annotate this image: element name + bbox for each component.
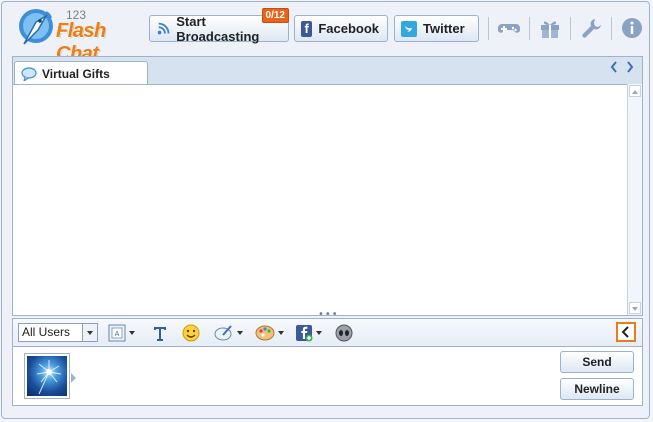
chevron-right-icon[interactable]: [626, 61, 634, 73]
avatar[interactable]: [24, 353, 70, 399]
dropdown-caret-icon: [278, 331, 284, 335]
alien-button[interactable]: [335, 323, 353, 343]
alien-icon: [335, 324, 353, 342]
scroll-up-icon: [632, 90, 638, 94]
avatar-image: [27, 356, 67, 396]
message-toolbar: All Users A: [12, 318, 643, 346]
chevron-down-icon: [82, 324, 97, 341]
bird-logo-icon: [19, 9, 53, 45]
tab-scroll-arrows: [610, 61, 634, 73]
twitter-label: Twitter: [423, 21, 465, 36]
text-format-button[interactable]: [151, 323, 169, 343]
message-input[interactable]: [83, 351, 557, 405]
app-logo: 123 Flash Chat: [16, 6, 146, 65]
recipient-select-value: All Users: [22, 325, 71, 339]
twitter-icon: [401, 20, 417, 37]
header-separator: [570, 17, 571, 40]
tab-virtual-gifts[interactable]: Virtual Gifts: [14, 61, 148, 85]
emoticon-icon: [182, 324, 200, 342]
chevron-left-icon: [621, 326, 629, 338]
newline-button[interactable]: Newline: [560, 378, 634, 400]
facebook-button[interactable]: f Facebook: [294, 15, 388, 42]
gamepad-icon[interactable]: [497, 16, 521, 40]
facebook-share-icon: [296, 325, 313, 342]
tab-label: Virtual Gifts: [42, 66, 110, 81]
facebook-icon: f: [301, 20, 313, 37]
facebook-label: Facebook: [318, 21, 379, 36]
avatar-pointer-icon: [71, 373, 76, 383]
broadcast-count-badge: 0/12: [261, 8, 289, 23]
start-broadcasting-button[interactable]: Start Broadcasting 0/12: [149, 8, 289, 44]
speech-bubble-icon: [21, 66, 37, 81]
dropdown-caret-icon: [237, 331, 243, 335]
header-separator: [488, 17, 489, 40]
header-separator: [529, 17, 530, 40]
palette-button[interactable]: [255, 323, 284, 343]
gift-icon[interactable]: [538, 16, 562, 40]
brush-button[interactable]: [214, 323, 243, 343]
chat-message-area[interactable]: [13, 84, 636, 315]
send-button[interactable]: Send: [560, 351, 634, 373]
chat-panel: Virtual Gifts: [12, 56, 643, 316]
text-format-icon: [154, 327, 166, 341]
dandelion-avatar-icon: [36, 360, 62, 395]
scroll-up-button[interactable]: [629, 85, 641, 97]
info-icon[interactable]: [620, 16, 644, 40]
collapse-toolbar-button[interactable]: [616, 322, 636, 342]
twitter-button[interactable]: Twitter: [394, 15, 479, 42]
message-input-row: Send Newline: [12, 346, 643, 406]
font-color-icon: A: [108, 324, 126, 342]
resize-splitter[interactable]: •••: [12, 309, 643, 320]
recipient-select[interactable]: All Users: [18, 323, 98, 342]
emoticon-button[interactable]: [182, 323, 200, 343]
facebook-share-button[interactable]: [295, 323, 322, 343]
dropdown-caret-icon: [316, 331, 322, 335]
wrench-icon[interactable]: [580, 16, 604, 40]
chevron-left-icon[interactable]: [610, 61, 618, 73]
brush-icon: [214, 325, 232, 341]
dropdown-caret-icon: [129, 331, 135, 335]
header-separator: [611, 17, 612, 40]
svg-text:A: A: [115, 331, 120, 338]
font-color-button[interactable]: A: [108, 323, 135, 343]
broadcast-icon: [157, 22, 170, 34]
palette-icon: [255, 325, 275, 341]
chat-scrollbar[interactable]: [627, 84, 642, 315]
